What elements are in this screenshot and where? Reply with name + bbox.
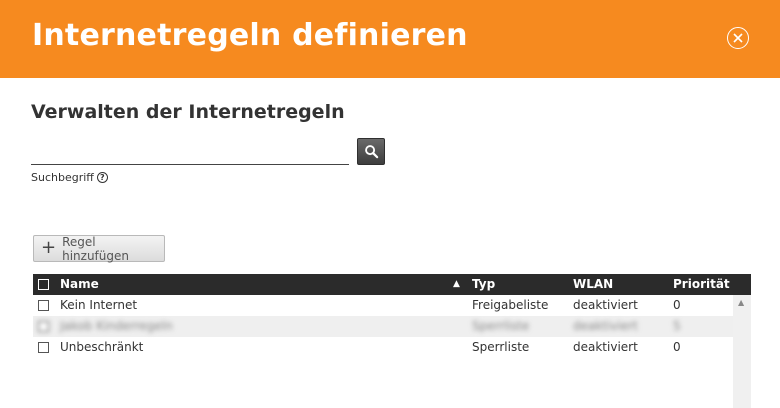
row-prio: 0 xyxy=(673,340,681,354)
row-typ: Sperrliste xyxy=(472,319,530,333)
close-icon xyxy=(733,33,743,43)
table-row[interactable]: Jakob Kinderregeln Sperrliste deaktivier… xyxy=(33,316,733,337)
column-header-prio[interactable]: Priorität xyxy=(673,277,730,291)
row-prio: 0 xyxy=(673,298,681,312)
close-button[interactable] xyxy=(727,27,749,49)
row-checkbox[interactable] xyxy=(38,342,49,353)
sort-ascending-icon[interactable]: ▲ xyxy=(453,279,460,289)
search-label-text: Suchbegriff xyxy=(31,171,94,184)
add-rule-label: Regel hinzufügen xyxy=(62,234,129,263)
table-scrollbar[interactable]: ▲ xyxy=(733,295,751,408)
plus-icon: + xyxy=(41,236,57,258)
rules-table: Name ▲ Typ WLAN Priorität Kein Internet … xyxy=(33,274,751,408)
search-icon xyxy=(364,145,378,159)
dialog-header: Internetregeln definieren xyxy=(0,0,780,78)
table-header: Name ▲ Typ WLAN Priorität xyxy=(33,274,751,295)
row-typ: Sperrliste xyxy=(472,340,530,354)
row-typ: Freigabeliste xyxy=(472,298,549,312)
help-icon[interactable]: ? xyxy=(96,172,108,183)
column-header-name[interactable]: Name xyxy=(60,277,99,291)
row-checkbox[interactable] xyxy=(38,321,49,332)
row-name: Unbeschränkt xyxy=(60,340,144,354)
column-header-typ[interactable]: Typ xyxy=(472,277,495,291)
table-row[interactable]: Unbeschränkt Sperrliste deaktiviert 0 xyxy=(33,337,733,358)
search-input[interactable] xyxy=(31,139,349,163)
section-title: Verwalten der Internetregeln xyxy=(31,101,345,123)
select-all-checkbox[interactable] xyxy=(38,279,49,290)
table-row[interactable]: Kein Internet Freigabeliste deaktiviert … xyxy=(33,295,733,316)
row-wlan: deaktiviert xyxy=(573,319,638,333)
table-body: Kein Internet Freigabeliste deaktiviert … xyxy=(33,295,751,408)
row-checkbox[interactable] xyxy=(38,300,49,311)
row-name: Jakob Kinderregeln xyxy=(60,319,173,333)
row-wlan: deaktiviert xyxy=(573,340,638,354)
column-header-wlan[interactable]: WLAN xyxy=(573,277,613,291)
search-field xyxy=(31,139,349,165)
row-prio: 5 xyxy=(673,319,681,333)
scroll-up-icon[interactable]: ▲ xyxy=(738,298,744,307)
row-wlan: deaktiviert xyxy=(573,298,638,312)
add-rule-button[interactable]: + Regel hinzufügen xyxy=(33,234,165,263)
search-button[interactable] xyxy=(357,138,385,165)
row-name: Kein Internet xyxy=(60,298,138,312)
search-label: Suchbegriff ? xyxy=(31,171,108,184)
dialog-title: Internetregeln definieren xyxy=(32,18,468,53)
